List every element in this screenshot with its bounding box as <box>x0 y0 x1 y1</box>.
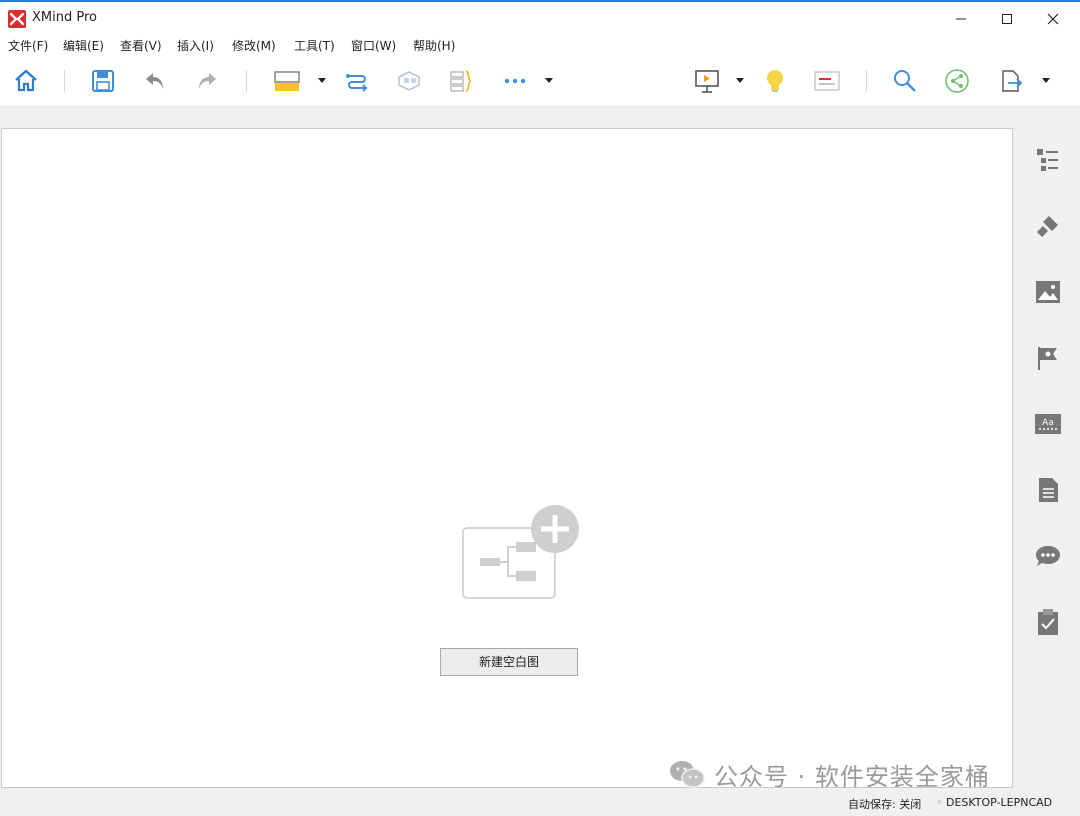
maximize-button[interactable] <box>984 4 1030 34</box>
autosave-status[interactable]: 自动保存: 关闭 <box>848 796 921 812</box>
export-dropdown[interactable] <box>1040 66 1052 96</box>
watermark-text: 公众号 · 软件安装全家桶 <box>714 762 990 791</box>
svg-text:Aa: Aa <box>1042 418 1054 428</box>
image-icon <box>1036 281 1060 303</box>
comments-icon <box>1036 546 1060 566</box>
search-button[interactable] <box>890 66 920 96</box>
menu-window[interactable]: 窗口(W) <box>351 37 396 54</box>
search-icon <box>894 70 916 92</box>
undo-icon <box>146 73 163 89</box>
boundary-button[interactable] <box>394 66 424 96</box>
menu-tools[interactable]: 工具(T) <box>294 37 335 54</box>
comments-button[interactable] <box>1032 540 1064 572</box>
save-button[interactable] <box>88 66 118 96</box>
save-icon <box>92 70 114 92</box>
close-button[interactable] <box>1030 4 1076 34</box>
format-brush-icon <box>1037 216 1058 237</box>
xmind-logo-icon <box>8 10 26 28</box>
gantt-button[interactable] <box>812 66 842 96</box>
share-button[interactable] <box>942 66 972 96</box>
host-name: DESKTOP-LEPNCAD <box>946 796 1053 809</box>
task-button[interactable] <box>1032 606 1064 638</box>
relationship-icon <box>346 74 368 92</box>
toolbar-separator <box>64 70 65 92</box>
presentation-dropdown[interactable] <box>734 66 746 96</box>
topic-dropdown[interactable] <box>316 66 328 96</box>
toolbar-separator <box>246 70 247 92</box>
menu-view[interactable]: 查看(V) <box>120 37 162 54</box>
topic-button[interactable] <box>272 66 302 96</box>
minimize-button[interactable] <box>938 4 984 34</box>
notes-icon <box>1039 478 1058 502</box>
redo-button[interactable] <box>192 66 222 96</box>
caret-down-icon <box>318 78 326 83</box>
export-button[interactable] <box>996 66 1026 96</box>
caret-down-icon <box>545 78 553 83</box>
host-status: ◦ DESKTOP-LEPNCAD <box>936 796 1052 809</box>
editor-canvas[interactable]: 新建空白图 <box>1 128 1013 788</box>
gantt-icon <box>814 71 840 91</box>
share-icon <box>945 69 969 93</box>
watermark: 公众号 · 软件安装全家桶 <box>668 758 990 791</box>
idea-icon <box>767 70 783 92</box>
format-button[interactable] <box>1032 210 1064 242</box>
right-panel-bar: Aa <box>1016 128 1080 788</box>
more-button[interactable] <box>500 66 530 96</box>
marker-flag-icon <box>1038 347 1057 370</box>
window-title: XMind Pro <box>32 10 97 25</box>
caret-down-icon <box>736 78 744 83</box>
outline-icon <box>1037 149 1058 171</box>
minimize-icon <box>956 18 966 20</box>
presentation-icon <box>695 70 719 93</box>
menu-help[interactable]: 帮助(H) <box>413 37 455 54</box>
title-bar: XMind Pro <box>0 0 1080 34</box>
menu-modify[interactable]: 修改(M) <box>232 37 276 54</box>
undo-button[interactable] <box>140 66 170 96</box>
menu-insert[interactable]: 插入(I) <box>177 37 214 54</box>
maximize-icon <box>1002 14 1012 24</box>
presentation-button[interactable] <box>692 66 722 96</box>
more-dropdown[interactable] <box>543 66 555 96</box>
status-bar: 自动保存: 关闭 ◦ DESKTOP-LEPNCAD <box>0 790 1080 816</box>
wechat-icon <box>670 761 705 788</box>
text-format-button[interactable]: Aa <box>1032 408 1064 440</box>
marker-button[interactable] <box>1032 342 1064 374</box>
redo-icon <box>199 73 216 89</box>
summary-button[interactable] <box>446 66 476 96</box>
new-blank-map-button[interactable]: 新建空白图 <box>440 648 578 676</box>
status-dot-icon: ◦ <box>936 796 943 809</box>
task-clipboard-icon <box>1038 609 1058 635</box>
summary-icon <box>450 70 472 92</box>
caret-down-icon <box>1042 78 1050 83</box>
notes-button[interactable] <box>1032 474 1064 506</box>
toolbar-separator <box>866 70 867 92</box>
home-icon <box>15 69 37 92</box>
close-icon <box>1047 13 1059 25</box>
menu-file[interactable]: 文件(F) <box>8 37 48 54</box>
brainstorm-button[interactable] <box>760 66 790 96</box>
topic-icon <box>274 71 300 91</box>
image-button[interactable] <box>1032 276 1064 308</box>
more-icon <box>504 78 526 84</box>
menu-bar: 文件(F) 编辑(E) 查看(V) 插入(I) 修改(M) 工具(T) 窗口(W… <box>0 34 1080 56</box>
new-map-illustration-icon <box>462 505 579 599</box>
export-icon <box>1002 70 1023 92</box>
relationship-button[interactable] <box>342 66 372 96</box>
text-icon: Aa <box>1035 414 1061 434</box>
home-button[interactable] <box>11 66 41 96</box>
menu-edit[interactable]: 编辑(E) <box>63 37 104 54</box>
outline-button[interactable] <box>1032 144 1064 176</box>
toolbar <box>0 56 1080 107</box>
boundary-icon <box>398 71 420 91</box>
